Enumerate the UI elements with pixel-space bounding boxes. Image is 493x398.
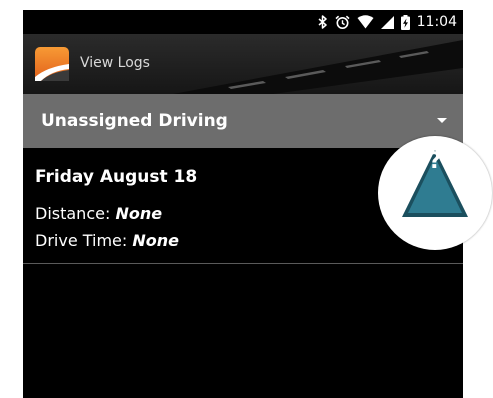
dropdown-arrow-icon bbox=[437, 118, 447, 123]
status-icons: 11:04 bbox=[318, 10, 457, 34]
drive-time-label: Drive Time: bbox=[35, 231, 128, 250]
bluetooth-icon bbox=[318, 15, 327, 29]
distance-label: Distance: bbox=[35, 204, 111, 223]
alarm-icon bbox=[335, 15, 350, 29]
wifi-icon bbox=[357, 15, 374, 29]
help-button[interactable]: ? bbox=[378, 136, 492, 250]
app-title: View Logs bbox=[80, 55, 150, 71]
app-bar: View Logs bbox=[23, 34, 463, 94]
signal-icon bbox=[380, 15, 394, 29]
drive-time-row: Drive Time: None bbox=[35, 231, 179, 251]
status-bar: 11:04 bbox=[23, 10, 463, 34]
battery-charging-icon bbox=[400, 14, 410, 30]
drive-time-value: None bbox=[132, 231, 180, 250]
status-time: 11:04 bbox=[416, 14, 457, 30]
distance-row: Distance: None bbox=[35, 204, 162, 224]
road-logo-icon[interactable] bbox=[35, 47, 69, 81]
help-question-mark: ? bbox=[428, 149, 442, 174]
entry-date: Friday August 18 bbox=[35, 167, 198, 187]
distance-value: None bbox=[115, 204, 163, 223]
dropdown-selected-value: Unassigned Driving bbox=[41, 111, 228, 131]
